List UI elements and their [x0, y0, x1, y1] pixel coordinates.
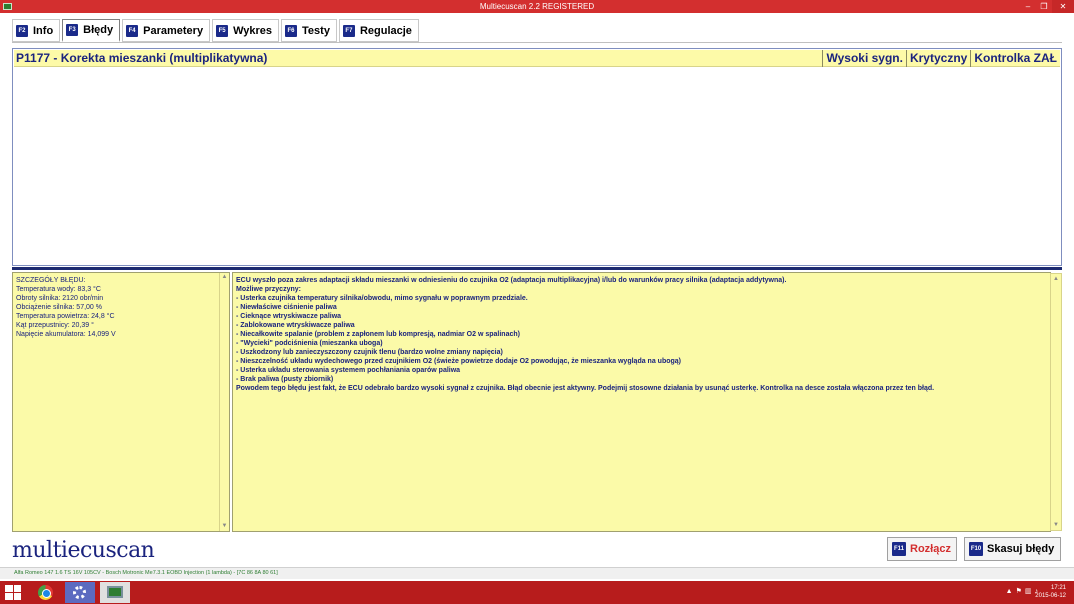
flag-critical: Krytyczny [905, 50, 970, 67]
fkey-badge: F6 [285, 24, 298, 37]
scroll-down-icon[interactable]: ▼ [220, 522, 229, 531]
error-flags: Wysoki sygn. Krytyczny Kontrolka ZAŁ [822, 50, 1060, 67]
desc-line: - Zablokowane wtryskiwacze paliwa [236, 322, 355, 329]
minimize-button[interactable]: ‒ [1020, 0, 1036, 13]
desc-line: - Cieknące wtryskiwacze paliwa [236, 313, 342, 320]
freeze-frame-text: SZCZEGÓŁY BŁĘDU: Temperatura wody: 83,3 … [16, 276, 218, 339]
window-controls: ‒ ❐ ✕ [1020, 0, 1074, 13]
desc-line: - Nieszczelność układu wydechowego przed… [236, 358, 681, 365]
chrome-icon[interactable] [31, 582, 61, 603]
detail-line: Temperatura wody: 83,3 °C [16, 286, 101, 293]
clock-time: 17:21 [1050, 585, 1066, 591]
error-row[interactable]: P1177 - Korekta mieszanki (multiplikatyw… [14, 50, 1060, 67]
desc-line: - Uszkodzony lub zanieczyszczony czujnik… [236, 349, 503, 356]
scroll-down-icon[interactable]: ▼ [1051, 520, 1061, 530]
detail-line: Temperatura powietrza: 24,8 °C [16, 313, 115, 320]
detail-line: Napięcie akumulatora: 14,099 V [16, 331, 116, 338]
taskbar: ▲ ⚑ ▥ ♪ 17:21 2015-06-12 [0, 581, 1074, 604]
clock-date: 2015-06-12 [1035, 593, 1066, 599]
flag-icon[interactable]: ⚑ [1016, 586, 1022, 598]
desc-line: ECU wyszło poza zakres adaptacji składu … [236, 277, 787, 284]
desc-line: Powodem tego błędu jest fakt, że ECU ode… [236, 385, 935, 392]
system-tray: ▲ ⚑ ▥ ♪ [1006, 586, 1038, 598]
detail-line: Obciążenie silnika: 57,00 % [16, 304, 102, 311]
tab-info[interactable]: F2 Info [12, 19, 61, 42]
fkey-badge: F2 [16, 24, 28, 37]
fkey-badge: F4 [126, 24, 139, 37]
windows-start-icon[interactable] [5, 585, 21, 600]
multiecuscan-taskbar-icon[interactable] [100, 582, 130, 603]
tab-chart[interactable]: F5 Wykres [212, 19, 280, 42]
desc-line: - Usterka czujnika temperatury silnika/o… [236, 295, 528, 302]
window-title: Multiecuscan 2.2 REGISTERED [479, 2, 595, 11]
settings-gear-icon[interactable] [65, 582, 95, 603]
tab-label: Testy [302, 24, 330, 37]
fkey-badge: F7 [342, 24, 355, 37]
description-text: ECU wyszło poza zakres adaptacji składu … [236, 276, 1036, 393]
scroll-up-icon[interactable]: ▲ [220, 273, 229, 282]
tab-label: Błędy [83, 24, 114, 36]
tab-parameters[interactable]: F4 Parametery [122, 19, 211, 42]
tab-errors[interactable]: F3 Błędy [62, 19, 121, 42]
desc-line: - Niecałkowite spalanie (problem z zapło… [236, 331, 520, 338]
scroll-up-icon[interactable]: ▲ [1051, 274, 1061, 284]
freeze-frame-panel[interactable]: SZCZEGÓŁY BŁĘDU: Temperatura wody: 83,3 … [12, 272, 230, 532]
status-bar: Alfa Romeo 147 1.6 TS 16V 105CV - Bosch … [0, 567, 1074, 579]
desc-line: - Brak paliwa (pusty zbiornik) [236, 376, 334, 383]
fkey-badge: F10 [969, 542, 983, 556]
clear-errors-button[interactable]: F10 Skasuj błędy [964, 537, 1061, 561]
clear-errors-label: Skasuj błędy [987, 543, 1055, 555]
disconnect-label: Rozłącz [910, 543, 951, 555]
app-window: Multiecuscan 2.2 REGISTERED ‒ ❐ ✕ F2 Inf… [0, 0, 1074, 604]
fkey-badge: F5 [216, 24, 229, 37]
description-scrollbar[interactable]: ▲ ▼ [1050, 273, 1062, 531]
desc-line: - "Wycieki" podciśnienia (mieszanka ubog… [236, 340, 383, 347]
detail-line: Obroty silnika: 2120 obr/min [16, 295, 104, 302]
tab-bar: F2 Info F3 Błędy F4 Parametery F5 Wykres… [12, 19, 421, 42]
desc-line: - Niewłaściwe ciśnienie paliwa [236, 304, 337, 311]
tab-adjustments[interactable]: F7 Regulacje [338, 19, 419, 42]
details-scrollbar[interactable]: ▲ ▼ [219, 273, 229, 531]
title-bar: Multiecuscan 2.2 REGISTERED ‒ ❐ ✕ [0, 0, 1074, 13]
taskbar-clock[interactable]: 17:21 2015-06-12 [1035, 584, 1066, 600]
vehicle-info: Alfa Romeo 147 1.6 TS 16V 105CV - Bosch … [14, 570, 278, 576]
disconnect-button[interactable]: F11 Rozłącz [887, 537, 957, 561]
tab-label: Parametery [143, 24, 204, 37]
fkey-badge: F11 [892, 542, 906, 556]
multiecuscan-logo: multiecuscan [12, 538, 155, 563]
tab-label: Info [33, 24, 54, 37]
description-panel[interactable]: ECU wyszło poza zakres adaptacji składu … [232, 272, 1062, 532]
detail-line: Kąt przepustnicy: 20,39 ° [16, 322, 94, 329]
desc-line: - Usterka układu sterowania systemem poc… [236, 367, 461, 374]
tab-label: Regulacje [359, 24, 412, 37]
flag-lamp-on: Kontrolka ZAŁ [970, 50, 1060, 67]
network-icon[interactable]: ▥ [1025, 586, 1032, 598]
close-button[interactable]: ✕ [1052, 0, 1074, 13]
desc-line: Możliwe przyczyny: [236, 286, 301, 293]
error-code-title: P1177 - Korekta mieszanki (multiplikatyw… [16, 51, 268, 65]
tab-tests[interactable]: F6 Testy [281, 19, 337, 42]
flag-high-signal: Wysoki sygn. [822, 50, 905, 67]
app-icon [3, 3, 12, 10]
tab-label: Wykres [233, 24, 273, 37]
error-list[interactable]: P1177 - Korekta mieszanki (multiplikatyw… [12, 48, 1062, 266]
maximize-button[interactable]: ❐ [1036, 0, 1052, 13]
fkey-badge: F3 [66, 24, 79, 36]
details-heading: SZCZEGÓŁY BŁĘDU: [16, 277, 86, 284]
splitter[interactable] [12, 267, 1062, 270]
tray-chevron-icon[interactable]: ▲ [1006, 586, 1013, 598]
tab-underline [12, 42, 1062, 43]
